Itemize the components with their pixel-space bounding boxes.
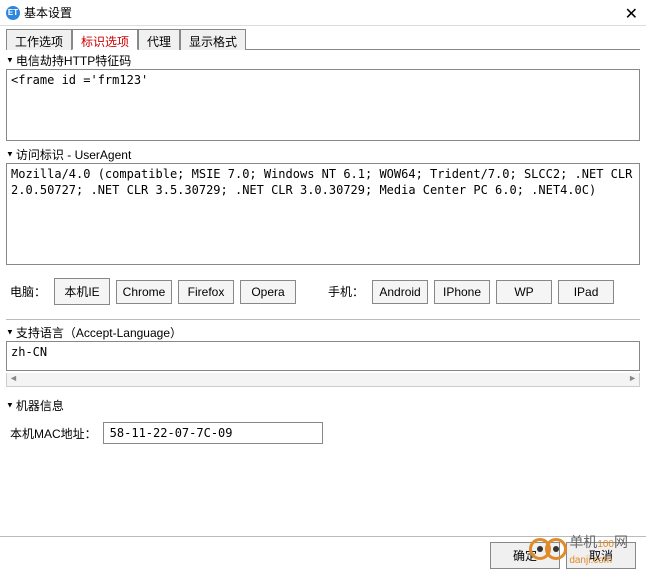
pc-label: 电脑： xyxy=(10,283,46,300)
ua-ipad-button[interactable]: IPad xyxy=(558,280,614,304)
accept-language-textarea[interactable] xyxy=(6,341,640,371)
tabbar: 工作选项 标识选项 代理 显示格式 xyxy=(6,28,640,50)
ua-button-row: 电脑： 本机IE Chrome Firefox Opera 手机： Androi… xyxy=(6,268,640,320)
ua-firefox-button[interactable]: Firefox xyxy=(178,280,234,304)
useragent-label-text: 访问标识 - UserAgent xyxy=(16,146,131,163)
app-icon: ET xyxy=(6,6,20,20)
tab-display-format[interactable]: 显示格式 xyxy=(180,29,246,50)
ua-android-button[interactable]: Android xyxy=(372,280,428,304)
mac-row: 本机MAC地址： xyxy=(6,414,640,452)
tab-work-options[interactable]: 工作选项 xyxy=(6,29,72,50)
tab-proxy[interactable]: 代理 xyxy=(138,29,180,50)
group-machine-label: 机器信息 xyxy=(6,397,640,414)
group-accept-language-label: 支持语言（Accept-Language） xyxy=(6,324,640,341)
ua-wp-button[interactable]: WP xyxy=(496,280,552,304)
mobile-label: 手机： xyxy=(328,283,364,300)
mac-input[interactable] xyxy=(103,422,323,444)
blank-area xyxy=(6,452,640,484)
ua-opera-button[interactable]: Opera xyxy=(240,280,296,304)
content: 电信劫持HTTP特征码 访问标识 - UserAgent 电脑： 本机IE Ch… xyxy=(0,52,646,490)
window-title: 基本设置 xyxy=(24,4,72,21)
titlebar: ET 基本设置 ✕ xyxy=(0,0,646,26)
close-icon[interactable]: ✕ xyxy=(625,4,638,24)
accept-language-label-text: 支持语言（Accept-Language） xyxy=(16,324,182,341)
group-useragent-label: 访问标识 - UserAgent xyxy=(6,146,640,163)
group-http-hijack-label: 电信劫持HTTP特征码 xyxy=(6,52,640,69)
ua-local-ie-button[interactable]: 本机IE xyxy=(54,278,110,305)
accept-language-hscroll[interactable] xyxy=(6,373,640,387)
ok-button[interactable]: 确定 xyxy=(490,542,560,569)
http-hijack-textarea[interactable] xyxy=(6,69,640,141)
useragent-textarea[interactable] xyxy=(6,163,640,265)
machine-label-text: 机器信息 xyxy=(16,397,64,414)
tab-id-options[interactable]: 标识选项 xyxy=(72,29,138,50)
ua-iphone-button[interactable]: IPhone xyxy=(434,280,490,304)
ua-chrome-button[interactable]: Chrome xyxy=(116,280,172,304)
footer: 确定 取消 xyxy=(0,536,646,574)
mac-label: 本机MAC地址： xyxy=(10,425,97,442)
cancel-button[interactable]: 取消 xyxy=(566,542,636,569)
http-hijack-label-text: 电信劫持HTTP特征码 xyxy=(16,52,131,69)
